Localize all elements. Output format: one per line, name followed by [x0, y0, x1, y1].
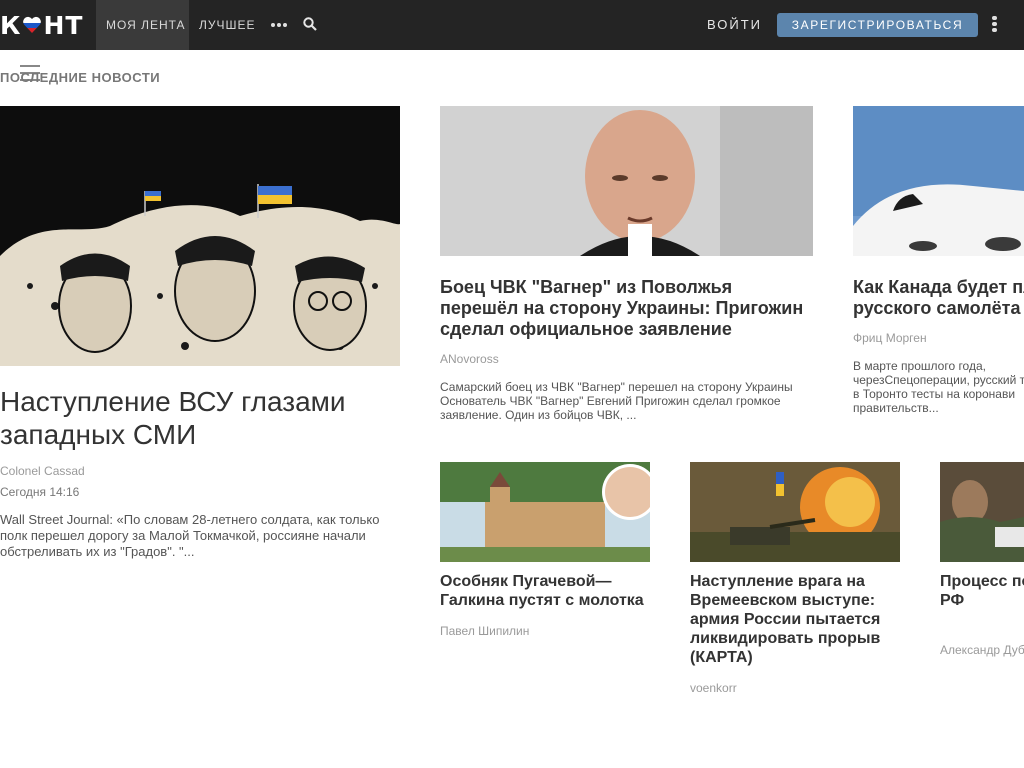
article-excerpt: Самарский боец из ЧВК "Вагнер" перешел н… [440, 380, 793, 422]
nav-my-feed-label: МОЯ ЛЕНТА [106, 18, 186, 32]
logo-text-left: К [0, 10, 22, 40]
top-navigation-bar: К НТ МОЯ ЛЕНТА ЛУЧШЕЕ ВОЙТИ ЗАРЕГИСТРИРО… [0, 0, 1024, 50]
logo-text-right: НТ [43, 10, 84, 40]
search-icon[interactable] [303, 17, 317, 31]
article-image [690, 462, 900, 562]
featured-author[interactable]: Colonel Cassad [0, 464, 85, 478]
article-title[interactable]: Наступление врага на Времеевском выступе… [690, 572, 900, 667]
article-card[interactable]: Боец ЧВК "Вагнер" из Поволжья перешёл на… [440, 106, 813, 426]
article-title[interactable]: Особняк Пугачевой— Галкина пустят с моло… [440, 572, 650, 610]
article-image [853, 106, 1024, 256]
heart-flag-icon [23, 16, 42, 34]
article-card[interactable]: Как Канада будет пл русского самолёта Фр… [853, 106, 1024, 426]
featured-title[interactable]: Наступление ВСУ глазами западных СМИ [0, 385, 390, 451]
article-image [940, 462, 1024, 562]
article-title[interactable]: Как Канада будет пл русского самолёта [853, 277, 1024, 319]
featured-excerpt: Wall Street Journal: «По словам 28-летне… [0, 512, 380, 559]
article-card[interactable]: Особняк Пугачевой— Галкина пустят с моло… [440, 462, 650, 662]
nav-my-feed[interactable]: МОЯ ЛЕНТА [96, 0, 189, 50]
article-author[interactable]: Павел Шипилин [440, 624, 529, 638]
article-author[interactable]: ANovoross [440, 352, 499, 366]
article-image [440, 106, 813, 256]
featured-date: Сегодня 14:16 [0, 485, 80, 499]
article-author[interactable]: Александр Дуб [940, 643, 1024, 657]
login-link[interactable]: ВОЙТИ [707, 0, 762, 50]
site-logo[interactable]: К НТ [0, 10, 83, 40]
more-menu-icon[interactable] [271, 23, 287, 27]
featured-cartoon-image [0, 106, 400, 366]
article-card[interactable]: Наступление врага на Времеевском выступе… [690, 462, 900, 702]
article-card[interactable]: Процесс по подписал к РФ Александр Дуб [940, 462, 1024, 702]
article-excerpt: В марте прошлого года, черезСпецоперации… [853, 359, 1024, 415]
article-image [440, 462, 650, 562]
article-title[interactable]: Процесс по подписал к РФ [940, 572, 1024, 610]
kebab-menu-icon[interactable] [992, 16, 997, 32]
article-title[interactable]: Боец ЧВК "Вагнер" из Поволжья перешёл на… [440, 277, 810, 340]
register-button[interactable]: ЗАРЕГИСТРИРОВАТЬСЯ [777, 13, 978, 37]
nav-best[interactable]: ЛУЧШЕЕ [199, 0, 256, 50]
article-author[interactable]: voenkorr [690, 681, 737, 695]
featured-article-card[interactable]: Наступление ВСУ глазами западных СМИ Col… [0, 106, 400, 566]
article-author[interactable]: Фриц Морген [853, 331, 927, 345]
section-title: ПОСЛЕДНИЕ НОВОСТИ [0, 70, 161, 85]
nav-best-label: ЛУЧШЕЕ [199, 18, 256, 32]
